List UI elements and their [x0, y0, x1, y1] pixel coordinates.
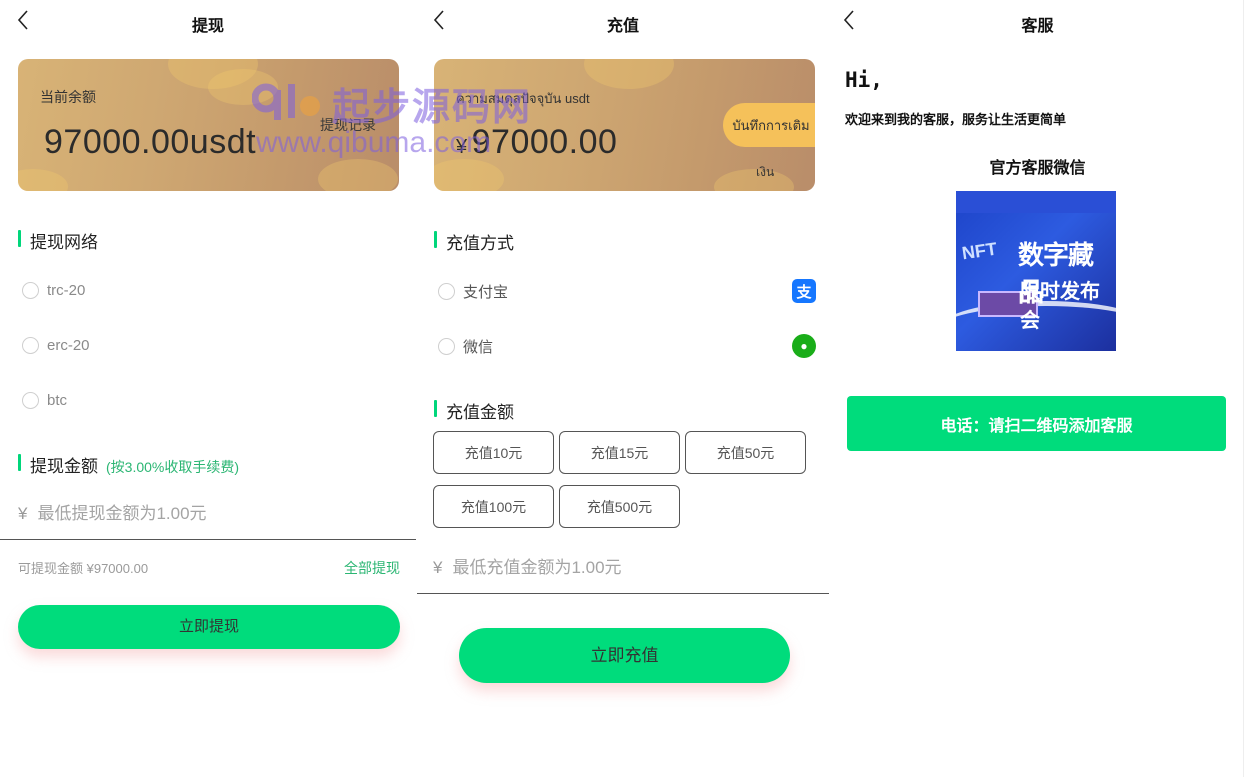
recharge-balance-card: ความสมดุลปัจจุบัน usdt ¥97000.00 บันทึกก… [434, 59, 815, 191]
welcome-text: 欢迎来到我的客服，服务让生活更简单 [845, 112, 1067, 127]
recharge-amount-field[interactable]: ¥ [417, 542, 829, 594]
preset-amount-500[interactable]: 充值500元 [559, 485, 680, 528]
alipay-icon: 支 [792, 279, 816, 303]
radio-circle-icon[interactable] [22, 281, 39, 299]
balance-amount-row: ¥97000.00 [456, 123, 617, 162]
balance-card: 当前余额 97000.00usdt 提现记录 [18, 59, 399, 191]
recharge-screen: 充值 ความสมดุลปัจจุบัน usdt ¥97000.00 บันท… [416, 0, 830, 777]
service-header: 客服 [830, 0, 1245, 44]
network-option-erc20[interactable]: erc-20 [22, 330, 402, 360]
currency-symbol: ¥ [456, 136, 468, 158]
network-option-label: erc-20 [47, 336, 90, 354]
radio-circle-icon[interactable] [438, 337, 455, 355]
available-amount: 可提现金额 ¥97000.00 [18, 561, 149, 576]
fee-note: (按3.00%收取手续费) [106, 459, 240, 475]
recharge-submit-button[interactable]: 立即充值 [459, 628, 790, 683]
network-section-title: 提现网络 [18, 228, 98, 253]
balance-amount: 97000.00 [471, 123, 618, 161]
withdraw-amount-input[interactable] [37, 503, 358, 524]
image-nft-text: NFT [960, 238, 999, 264]
method-label: 支付宝 [463, 283, 509, 301]
withdraw-all-link[interactable]: 全部提现 [344, 558, 400, 578]
recharge-amount-input[interactable] [452, 557, 773, 578]
service-phone-button[interactable]: 电话：请扫二维码添加客服 [847, 396, 1226, 451]
radio-circle-icon[interactable] [22, 336, 39, 354]
network-option-trc20[interactable]: trc-20 [22, 275, 402, 305]
right-edge-divider [1243, 0, 1244, 777]
recharge-header: 充值 [416, 0, 830, 44]
withdraw-record-button[interactable]: 提现记录 [320, 115, 376, 135]
recharge-record-button[interactable]: บันทึกการเติม [723, 103, 815, 147]
wechat-icon: ● [792, 334, 816, 358]
network-option-label: trc-20 [47, 281, 86, 299]
balance-label: ความสมดุลปัจจุบัน usdt [456, 91, 590, 106]
method-section-label: 充值方式 [446, 234, 514, 253]
amount-section-title: 提现金额 (按3.00%收取手续费) [18, 452, 239, 477]
record-button-label-line2: เงิน [756, 165, 775, 179]
currency-symbol: ¥ [433, 557, 443, 577]
service-screen: 客服 Hi, 欢迎来到我的客服，服务让生活更简单 官方客服微信 NFT 数字藏品… [830, 0, 1245, 777]
withdraw-submit-button[interactable]: 立即提现 [18, 605, 400, 649]
network-section-label: 提现网络 [30, 233, 98, 252]
preset-amount-100[interactable]: 充值100元 [433, 485, 554, 528]
method-option-alipay[interactable]: 支付宝 支 [438, 276, 816, 306]
recharge-amount-section-label: 充值金额 [446, 403, 514, 422]
method-section-title: 充值方式 [434, 229, 514, 254]
currency-symbol: ¥ [18, 503, 28, 523]
method-option-wechat[interactable]: 微信 ● [438, 331, 816, 361]
recharge-amount-section-title: 充值金额 [434, 398, 514, 423]
amount-section-label: 提现金额 [30, 457, 98, 476]
page-title: 充值 [606, 18, 639, 35]
network-option-label: btc [47, 391, 68, 409]
withdraw-screen: 提现 当前余额 97000.00usdt 提现记录 提现网络 trc-20 er… [0, 0, 416, 777]
preset-amount-10[interactable]: 充值10元 [433, 431, 554, 474]
page-title: 提现 [191, 18, 224, 35]
preset-amount-50[interactable]: 充值50元 [685, 431, 806, 474]
page-title: 客服 [1021, 18, 1054, 35]
greeting: Hi, [845, 68, 883, 92]
preset-amount-15[interactable]: 充值15元 [559, 431, 680, 474]
network-option-btc[interactable]: btc [22, 385, 402, 415]
wechat-title: 官方客服微信 [989, 160, 1086, 177]
record-button-label: บันทึกการเติม [732, 117, 810, 133]
wechat-qr-image: NFT 数字藏品 限时发布会 [956, 191, 1116, 351]
withdraw-header: 提现 [0, 0, 416, 44]
balance-amount: 97000.00usdt [44, 123, 257, 161]
balance-label: 当前余额 [40, 89, 96, 105]
withdraw-amount-field[interactable]: ¥ [0, 488, 416, 540]
radio-circle-icon[interactable] [22, 391, 39, 409]
method-label: 微信 [463, 338, 494, 356]
image-text-secondary: 限时发布会 [1020, 281, 1100, 332]
radio-circle-icon[interactable] [438, 282, 455, 300]
